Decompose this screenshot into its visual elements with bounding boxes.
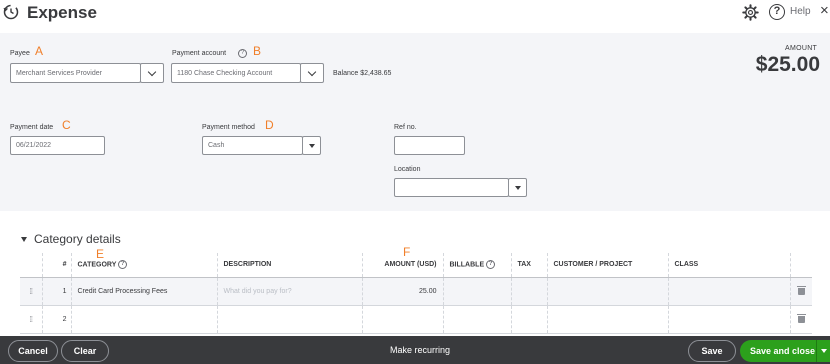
column-header-number: # xyxy=(42,253,72,278)
gear-icon[interactable] xyxy=(742,4,759,21)
billable-cell[interactable] xyxy=(443,305,512,334)
caret-down-icon xyxy=(514,185,521,190)
column-header-class: CLASS xyxy=(668,253,791,278)
amount-label: AMOUNT xyxy=(785,45,818,52)
account-balance: Balance $2,438.65 xyxy=(333,70,392,77)
table-row[interactable]: ⁞⁞ 1 Credit Card Processing Fees What di… xyxy=(20,277,812,306)
delete-row-button[interactable] xyxy=(790,277,812,306)
footer-bar: Cancel Clear Make recurring Save Save an… xyxy=(0,336,830,364)
category-cell[interactable]: Credit Card Processing Fees xyxy=(71,277,218,306)
payee-label: Payee xyxy=(10,50,30,57)
info-icon[interactable]: ? xyxy=(486,260,496,270)
payee-field[interactable]: Merchant Services Provider xyxy=(10,63,141,83)
payee-dropdown-button[interactable] xyxy=(140,63,164,83)
column-header-amount: AMOUNT (USD) xyxy=(362,253,444,278)
delete-column-header xyxy=(790,253,812,278)
category-cell[interactable] xyxy=(71,305,218,334)
row-number: 2 xyxy=(42,305,72,334)
delete-row-button[interactable] xyxy=(790,305,812,334)
column-header-tax: TAX xyxy=(511,253,548,278)
payment-account-field[interactable]: 1180 Chase Checking Account xyxy=(171,63,301,83)
save-options-dropdown[interactable] xyxy=(816,340,830,362)
payment-date-marker: C xyxy=(62,118,71,132)
amount-cell[interactable]: 25.00 xyxy=(362,277,444,306)
description-cell[interactable] xyxy=(217,305,363,334)
column-header-description: DESCRIPTION xyxy=(217,253,363,278)
chevron-down-icon xyxy=(307,67,317,76)
info-icon[interactable]: ? xyxy=(238,49,247,58)
save-and-close-label: Save and close xyxy=(750,346,816,356)
column-header-category: CATEGORY ? xyxy=(71,253,218,278)
location-field[interactable] xyxy=(394,178,509,197)
amount-total: $25.00 xyxy=(755,53,820,76)
save-button[interactable]: Save xyxy=(688,340,736,362)
category-details-toggle[interactable]: Category details xyxy=(20,232,121,246)
close-icon[interactable]: × xyxy=(820,2,829,19)
payee-marker: A xyxy=(35,44,44,58)
column-header-billable-label: BILLABLE xyxy=(449,261,485,269)
class-cell[interactable] xyxy=(668,305,791,334)
table-row[interactable]: ⁞⁞ 2 xyxy=(20,305,812,334)
amount-cell[interactable] xyxy=(362,305,444,334)
table-header-row: # CATEGORY ? DESCRIPTION AMOUNT (USD) BI… xyxy=(20,253,812,278)
location-label: Location xyxy=(394,166,421,173)
payment-method-label: Payment method xyxy=(202,124,255,131)
tax-cell[interactable] xyxy=(511,277,548,306)
page-title: Expense xyxy=(27,3,97,22)
category-table: # CATEGORY ? DESCRIPTION AMOUNT (USD) BI… xyxy=(20,253,812,334)
save-and-close-button[interactable]: Save and close xyxy=(740,340,830,362)
column-header-billable: BILLABLE ? xyxy=(443,253,512,278)
column-header-category-label: CATEGORY xyxy=(77,261,117,269)
row-number: 1 xyxy=(42,277,72,306)
payment-method-dropdown-button[interactable] xyxy=(302,136,321,155)
customer-project-cell[interactable] xyxy=(547,277,669,306)
trash-icon xyxy=(796,285,806,295)
description-cell[interactable]: What did you pay for? xyxy=(217,277,363,306)
payment-method-marker: D xyxy=(265,118,274,132)
info-icon[interactable]: ? xyxy=(118,260,128,270)
drag-handle-icon[interactable]: ⁞⁞ xyxy=(20,277,43,306)
customer-project-cell[interactable] xyxy=(547,305,669,334)
drag-column-header xyxy=(20,253,43,278)
class-cell[interactable] xyxy=(668,277,791,306)
location-dropdown-button[interactable] xyxy=(508,178,527,197)
tax-cell[interactable] xyxy=(511,305,548,334)
make-recurring-link[interactable]: Make recurring xyxy=(390,345,450,355)
caret-down-icon xyxy=(308,143,315,148)
payment-account-marker: B xyxy=(253,44,262,58)
chevron-down-icon xyxy=(147,67,157,76)
payment-method-field[interactable]: Cash xyxy=(202,136,303,155)
payment-account-dropdown-button[interactable] xyxy=(300,63,324,83)
billable-cell[interactable] xyxy=(443,277,512,306)
clear-button[interactable]: Clear xyxy=(61,340,109,362)
category-details-title: Category details xyxy=(34,232,121,246)
cancel-button[interactable]: Cancel xyxy=(8,340,58,362)
ref-no-field[interactable] xyxy=(394,136,465,155)
recent-transactions-icon[interactable] xyxy=(3,4,19,20)
help-link[interactable]: Help xyxy=(790,6,811,17)
caret-down-icon xyxy=(820,349,827,353)
payment-date-field[interactable]: 06/21/2022 xyxy=(10,136,105,155)
trash-icon xyxy=(796,313,806,323)
column-header-customer-project: CUSTOMER / PROJECT xyxy=(547,253,669,278)
ref-no-label: Ref no. xyxy=(394,124,417,131)
top-header: Expense ? Help × xyxy=(0,0,830,33)
payment-date-label: Payment date xyxy=(10,124,54,131)
drag-handle-icon[interactable]: ⁞⁞ xyxy=(20,305,43,334)
payment-account-label: Payment account xyxy=(172,50,227,57)
help-circle-icon[interactable]: ? xyxy=(769,4,785,20)
